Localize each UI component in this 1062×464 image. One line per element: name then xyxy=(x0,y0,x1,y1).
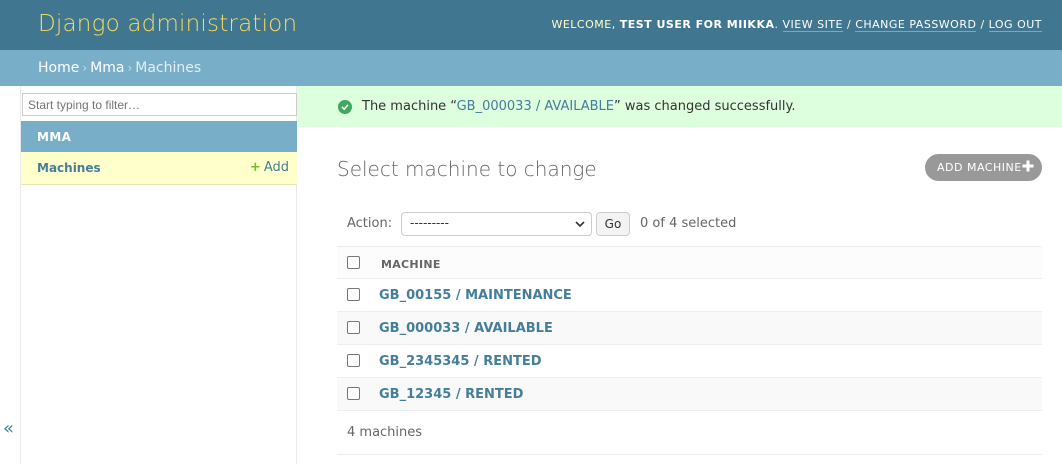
paginator: 4 machines xyxy=(337,411,1042,455)
breadcrumb-home[interactable]: Home xyxy=(38,60,79,76)
welcome-text: WELCOME, xyxy=(551,18,616,31)
breadcrumb-separator: › xyxy=(82,61,88,75)
chevron-down-icon xyxy=(575,221,585,228)
column-header-machine[interactable]: MACHINE xyxy=(381,258,441,271)
row-checkbox[interactable] xyxy=(347,321,360,334)
table-row: GB_000033 / AVAILABLE xyxy=(337,312,1042,345)
go-button[interactable]: Go xyxy=(596,212,630,236)
add-machine-label: ADD MACHINE xyxy=(937,161,1022,174)
change-password-link[interactable]: CHANGE PASSWORD xyxy=(855,18,977,32)
message-prefix: The machine “ xyxy=(362,99,457,114)
breadcrumb-separator: › xyxy=(127,61,133,75)
add-machine-button[interactable]: ADD MACHINE xyxy=(925,154,1042,181)
sidebar-item-machines: Machines + Add xyxy=(21,152,297,185)
header: Django administration WELCOME, TEST USER… xyxy=(0,0,1062,50)
select-all-checkbox[interactable] xyxy=(347,256,360,269)
table-row: GB_12345 / RENTED xyxy=(337,378,1042,411)
row-checkbox[interactable] xyxy=(347,387,360,400)
row-checkbox[interactable] xyxy=(347,354,360,367)
app-caption-mma[interactable]: MMA xyxy=(21,121,297,152)
user-name: TEST USER FOR MIIKKA xyxy=(619,18,775,31)
toggle-sidebar-icon[interactable]: « xyxy=(3,419,17,441)
result-list: MACHINE GB_00155 / MAINTENANCE GB_000033… xyxy=(337,246,1042,411)
nav-sidebar: MMA Machines +Add xyxy=(20,86,297,464)
machine-link[interactable]: GB_00155 / MAINTENANCE xyxy=(379,288,572,303)
table-row: GB_00155 / MAINTENANCE xyxy=(337,279,1042,312)
sidebar-model-link[interactable]: Machines xyxy=(37,161,101,175)
message-suffix: ” was changed successfully. xyxy=(614,99,796,114)
action-select[interactable]: --------- xyxy=(401,212,592,236)
machine-link[interactable]: GB_000033 / AVAILABLE xyxy=(379,321,553,336)
view-site-link[interactable]: VIEW SITE xyxy=(782,18,843,32)
breadcrumb-current: Machines xyxy=(135,60,202,76)
user-tools: WELCOME, TEST USER FOR MIIKKA. VIEW SITE… xyxy=(551,18,1042,32)
add-link-label: Add xyxy=(263,160,289,175)
table-header: MACHINE xyxy=(337,246,1042,279)
table-row: GB_2345345 / RENTED xyxy=(337,345,1042,378)
machine-link[interactable]: GB_12345 / RENTED xyxy=(379,387,523,402)
breadcrumb-app[interactable]: Mma xyxy=(90,60,124,76)
success-message: The machine “GB_000033 / AVAILABLE” was … xyxy=(297,86,1062,127)
page-title: Select machine to change xyxy=(337,157,597,181)
site-name[interactable]: Django administration xyxy=(38,11,297,37)
action-selected-value: --------- xyxy=(410,216,449,230)
plus-icon xyxy=(1022,160,1034,172)
action-label: Action: xyxy=(347,216,393,231)
log-out-link[interactable]: LOG OUT xyxy=(988,18,1042,32)
selected-count: 0 of 4 selected xyxy=(640,216,737,231)
success-check-icon xyxy=(338,100,352,114)
nav-filter-input[interactable] xyxy=(22,93,297,116)
message-object-link[interactable]: GB_000033 / AVAILABLE xyxy=(457,99,614,114)
row-checkbox[interactable] xyxy=(347,288,360,301)
breadcrumb: Home › Mma › Machines xyxy=(0,50,1062,86)
sidebar-add-link[interactable]: + Add xyxy=(250,160,289,175)
add-plus-icon: + xyxy=(249,160,261,175)
machine-link[interactable]: GB_2345345 / RENTED xyxy=(379,354,542,369)
